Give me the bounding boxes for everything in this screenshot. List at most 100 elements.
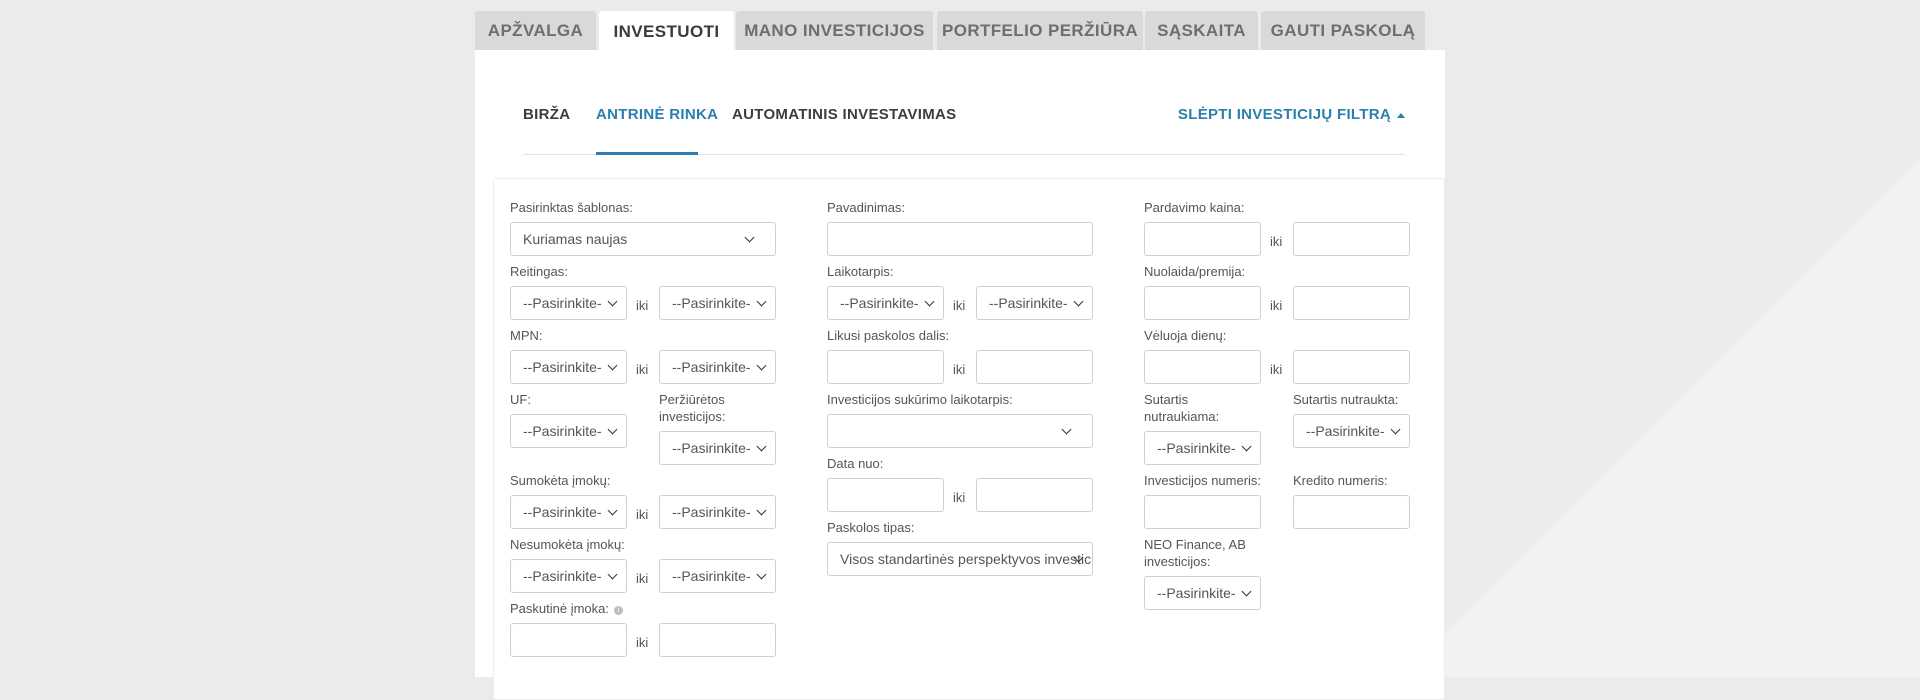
date-from-label: Data nuo: xyxy=(827,456,884,471)
creation-period-label: Investicijos sukūrimo laikotarpis: xyxy=(827,392,1013,407)
investment-filter: Pasirinktas šablonas: Kuriamas naujas Re… xyxy=(493,178,1445,700)
unpaid-to-select[interactable]: --Pasirinkite- xyxy=(659,559,776,593)
terminated-label: Sutartis nutraukta: xyxy=(1293,392,1399,407)
paid-to-select[interactable]: --Pasirinkite- xyxy=(659,495,776,529)
range-separator: iki xyxy=(636,362,649,377)
chevron-down-icon xyxy=(1073,296,1084,307)
late-days-to-input[interactable] xyxy=(1293,350,1410,384)
paid-to-value: --Pasirinkite- xyxy=(672,504,751,520)
viewed-value: --Pasirinkite- xyxy=(672,440,751,456)
active-tab-underline xyxy=(596,152,698,155)
mpn-from-value: --Pasirinkite- xyxy=(523,359,602,375)
last-payment-label-wrap: Paskutinė įmoka: i xyxy=(510,600,623,617)
term-from-select[interactable]: --Pasirinkite- xyxy=(827,286,944,320)
template-label: Pasirinktas šablonas: xyxy=(510,200,633,215)
investment-number-input[interactable] xyxy=(1144,495,1261,529)
terminated-value: --Pasirinkite- xyxy=(1306,423,1385,439)
chevron-down-icon xyxy=(607,424,618,435)
tab-gauti-paskola[interactable]: GAUTI PASKOLĄ xyxy=(1261,11,1425,50)
last-payment-to-input[interactable] xyxy=(659,623,776,657)
discount-to-input[interactable] xyxy=(1293,286,1410,320)
neo-investments-label: NEO Finance, AB investicijos: xyxy=(1144,537,1246,569)
term-from-value: --Pasirinkite- xyxy=(840,295,919,311)
sale-price-from-input[interactable] xyxy=(1144,222,1261,256)
chevron-down-icon xyxy=(756,505,767,516)
content-panel: BIRŽA ANTRINĖ RINKA AUTOMATINIS INVESTAV… xyxy=(475,50,1445,700)
template-select[interactable]: Kuriamas naujas xyxy=(510,222,776,256)
neo-investments-value: --Pasirinkite- xyxy=(1157,585,1236,601)
rating-label: Reitingas: xyxy=(510,264,568,279)
mpn-to-select[interactable]: --Pasirinkite- xyxy=(659,350,776,384)
chevron-down-icon xyxy=(756,360,767,371)
paid-from-select[interactable]: --Pasirinkite- xyxy=(510,495,627,529)
mpn-from-select[interactable]: --Pasirinkite- xyxy=(510,350,627,384)
late-days-from-input[interactable] xyxy=(1144,350,1261,384)
late-days-label: Vėluoja dienų: xyxy=(1144,328,1227,343)
unpaid-from-value: --Pasirinkite- xyxy=(523,568,602,584)
unpaid-to-value: --Pasirinkite- xyxy=(672,568,751,584)
loan-type-value: Visos standartinės perspektyvos investic… xyxy=(840,551,1093,567)
last-payment-from-input[interactable] xyxy=(510,623,627,657)
creation-period-select[interactable] xyxy=(827,414,1093,448)
chevron-down-icon xyxy=(607,296,618,307)
range-separator: iki xyxy=(953,298,966,313)
credit-number-input[interactable] xyxy=(1293,495,1410,529)
remaining-from-input[interactable] xyxy=(827,350,944,384)
sale-price-label: Pardavimo kaina: xyxy=(1144,200,1245,215)
terminating-select[interactable]: --Pasirinkite- xyxy=(1144,431,1261,465)
chevron-down-icon xyxy=(1241,586,1252,597)
term-to-select[interactable]: --Pasirinkite- xyxy=(976,286,1093,320)
term-label: Laikotarpis: xyxy=(827,264,894,279)
sale-price-to-input[interactable] xyxy=(1293,222,1410,256)
range-separator: iki xyxy=(953,490,966,505)
date-from-input[interactable] xyxy=(827,478,944,512)
chevron-down-icon xyxy=(1390,424,1401,435)
tab-investuoti[interactable]: INVESTUOTI xyxy=(599,11,734,52)
unpaid-label: Nesumokėta įmokų: xyxy=(510,537,625,552)
name-input[interactable] xyxy=(827,222,1093,256)
chevron-down-icon xyxy=(756,569,767,580)
tab-saskaita[interactable]: SĄSKAITA xyxy=(1145,11,1258,50)
terminating-value: --Pasirinkite- xyxy=(1157,440,1236,456)
remaining-to-input[interactable] xyxy=(976,350,1093,384)
range-separator: iki xyxy=(953,362,966,377)
chevron-down-icon xyxy=(607,569,618,580)
sub-tab-birza[interactable]: BIRŽA xyxy=(523,106,570,123)
rating-from-select[interactable]: --Pasirinkite- xyxy=(510,286,627,320)
neo-investments-select[interactable]: --Pasirinkite- xyxy=(1144,576,1261,610)
range-separator: iki xyxy=(636,635,649,650)
uf-select[interactable]: --Pasirinkite- xyxy=(510,414,627,448)
discount-label: Nuolaida/premija: xyxy=(1144,264,1246,279)
info-icon[interactable]: i xyxy=(614,606,623,615)
viewed-label: Peržiūrėtos investicijos: xyxy=(659,392,726,424)
template-select-value: Kuriamas naujas xyxy=(523,231,628,247)
unpaid-from-select[interactable]: --Pasirinkite- xyxy=(510,559,627,593)
hide-filter-toggle[interactable]: SLĖPTI INVESTICIJŲ FILTRĄ xyxy=(1178,106,1405,123)
chevron-down-icon xyxy=(1061,424,1072,435)
loan-type-select[interactable]: Visos standartinės perspektyvos investic… xyxy=(827,542,1093,576)
rating-to-select[interactable]: --Pasirinkite- xyxy=(659,286,776,320)
tab-mano-investicijos[interactable]: MANO INVESTICIJOS xyxy=(736,11,933,50)
caret-up-icon xyxy=(1397,112,1405,118)
chevron-down-icon xyxy=(744,232,755,243)
sub-tab-automatinis-investavimas[interactable]: AUTOMATINIS INVESTAVIMAS xyxy=(732,106,956,123)
loan-type-label: Paskolos tipas: xyxy=(827,520,915,535)
remaining-label: Likusi paskolos dalis: xyxy=(827,328,950,343)
uf-value: --Pasirinkite- xyxy=(523,423,602,439)
date-to-input[interactable] xyxy=(976,478,1093,512)
hide-filter-label: SLĖPTI INVESTICIJŲ FILTRĄ xyxy=(1177,106,1391,123)
chevron-down-icon xyxy=(607,505,618,516)
viewed-select[interactable]: --Pasirinkite- xyxy=(659,431,776,465)
discount-from-input[interactable] xyxy=(1144,286,1261,320)
tab-portfelio-perziura[interactable]: PORTFELIO PERŽIŪRA xyxy=(937,11,1143,50)
terminating-label: Sutartis nutraukiama: xyxy=(1144,392,1220,424)
terminated-select[interactable]: --Pasirinkite- xyxy=(1293,414,1410,448)
tab-apzvalga[interactable]: APŽVALGA xyxy=(475,11,596,50)
mpn-to-value: --Pasirinkite- xyxy=(672,359,751,375)
uf-label: UF: xyxy=(510,392,531,407)
rating-to-value: --Pasirinkite- xyxy=(672,295,751,311)
last-payment-label: Paskutinė įmoka: xyxy=(510,601,609,616)
chevron-down-icon xyxy=(1241,441,1252,452)
sub-tab-antrine-rinka[interactable]: ANTRINĖ RINKA xyxy=(596,106,718,123)
investment-number-label: Investicijos numeris: xyxy=(1144,473,1262,488)
